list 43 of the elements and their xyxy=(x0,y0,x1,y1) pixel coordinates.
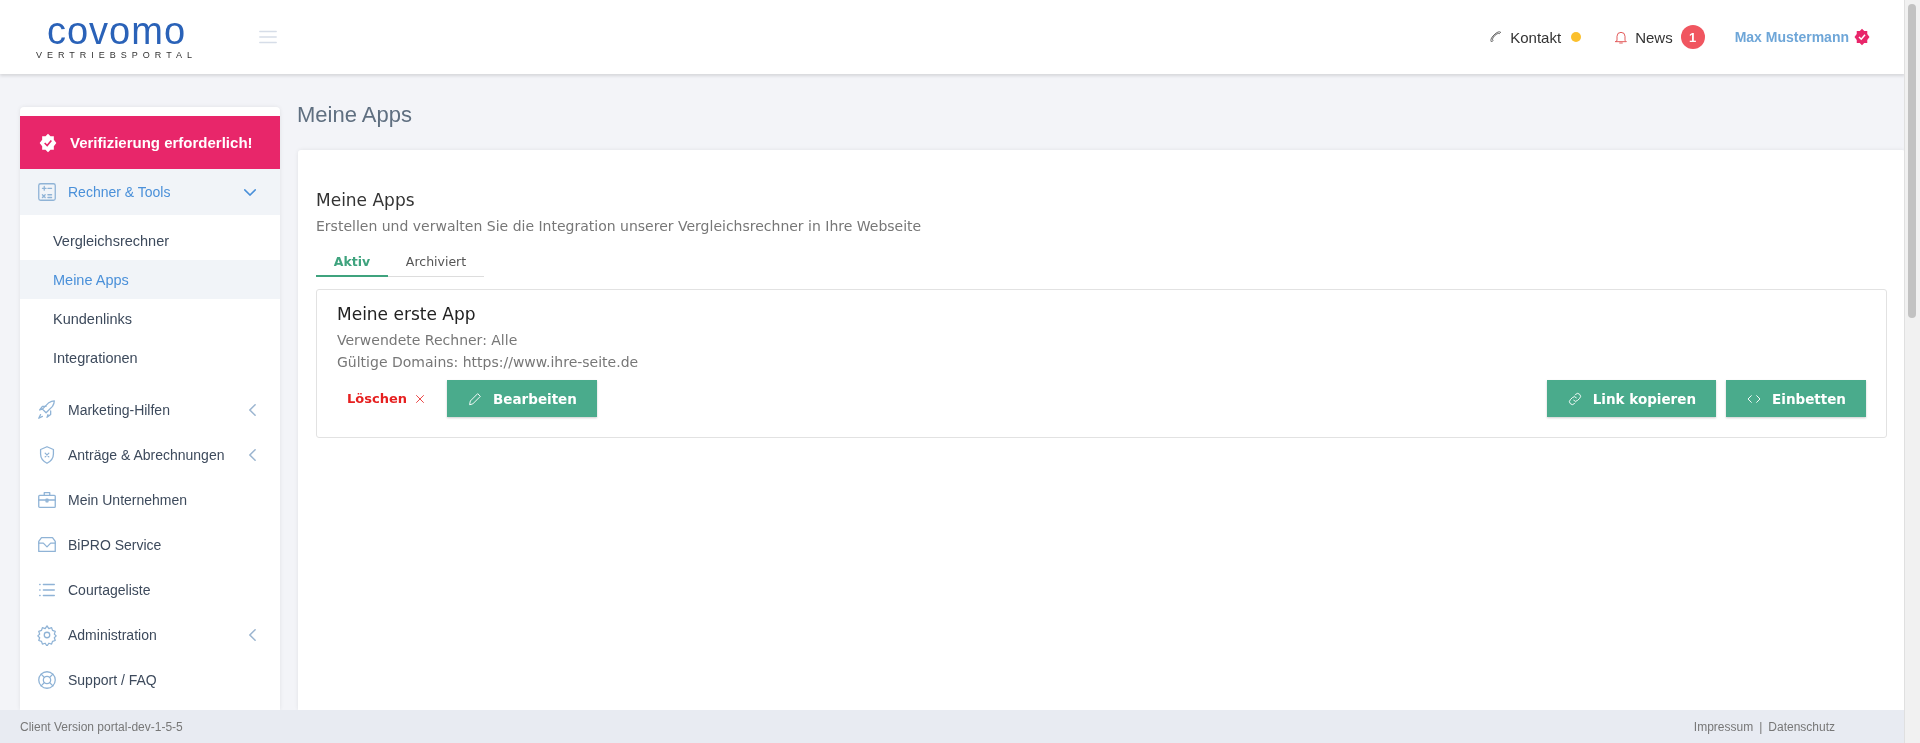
sidebar-item[interactable]: Mein Unternehmen xyxy=(20,477,280,522)
footer-link[interactable]: Impressum xyxy=(1693,719,1754,734)
delete-button[interactable]: Löschen xyxy=(337,383,437,414)
sidebar-item[interactable]: BiPRO Service xyxy=(20,522,280,567)
chevron-left-icon xyxy=(249,403,256,416)
chevron-left-icon xyxy=(249,448,256,461)
footer-link[interactable]: Datenschutz xyxy=(1768,719,1835,734)
calculator-icon xyxy=(36,181,58,203)
lifebuoy-icon xyxy=(36,668,58,691)
gear-icon xyxy=(36,623,58,646)
app-detail: Gültige Domains: https://www.ihre-seite.de xyxy=(337,354,640,370)
tab[interactable]: Archiviert xyxy=(388,248,484,277)
chevron-down-icon xyxy=(244,188,256,196)
logo-wordmark[interactable]: covomo xyxy=(47,14,187,48)
sidebar-subitem[interactable]: Vergleichsrechner xyxy=(20,221,280,260)
page-title: Meine Apps xyxy=(297,102,413,128)
card-title: Meine Apps xyxy=(316,190,416,210)
news-count-badge: 1 xyxy=(1680,25,1705,49)
contact-link[interactable]: Kontakt xyxy=(1488,28,1562,46)
verified-badge-icon xyxy=(1853,28,1871,46)
bell-icon xyxy=(1613,29,1630,45)
sidebar-subitem[interactable]: Kundenlinks xyxy=(20,299,280,338)
rocket-icon xyxy=(36,398,58,421)
news-link[interactable]: News xyxy=(1613,28,1673,46)
sidebar-item[interactable]: Administration xyxy=(20,612,280,657)
separator: | xyxy=(1759,719,1763,734)
verified-badge-icon xyxy=(38,132,58,153)
sidebar-subitem[interactable]: Integrationen xyxy=(20,338,280,377)
sidebar-item[interactable]: Anträge & Abrechnungen xyxy=(20,432,280,477)
client-version: Client Version portal-dev-1-5-5 xyxy=(20,719,183,734)
sidebar-item[interactable]: Courtageliste xyxy=(20,567,280,612)
sidebar-item[interactable]: Marketing-Hilfen xyxy=(20,387,280,432)
sidebar-item[interactable]: Support / FAQ xyxy=(20,657,280,702)
link-icon xyxy=(1566,390,1583,407)
app-title: Meine erste App xyxy=(337,304,477,324)
pencil-icon xyxy=(467,390,483,407)
chevron-left-icon xyxy=(249,628,256,641)
logo-tagline: VERTRIEBSPORTAL xyxy=(36,50,198,60)
scrollbar-thumb[interactable] xyxy=(1908,4,1916,318)
app-detail: Verwendete Rechner: Alle xyxy=(337,332,519,348)
verification-alert[interactable]: Verifizierung erforderlich! xyxy=(20,116,280,169)
card-description: Erstellen und verwalten Sie die Integration unserer Vergleichsrechner in Ihre Webseite xyxy=(316,218,923,234)
scrollbar[interactable] xyxy=(1904,0,1920,743)
